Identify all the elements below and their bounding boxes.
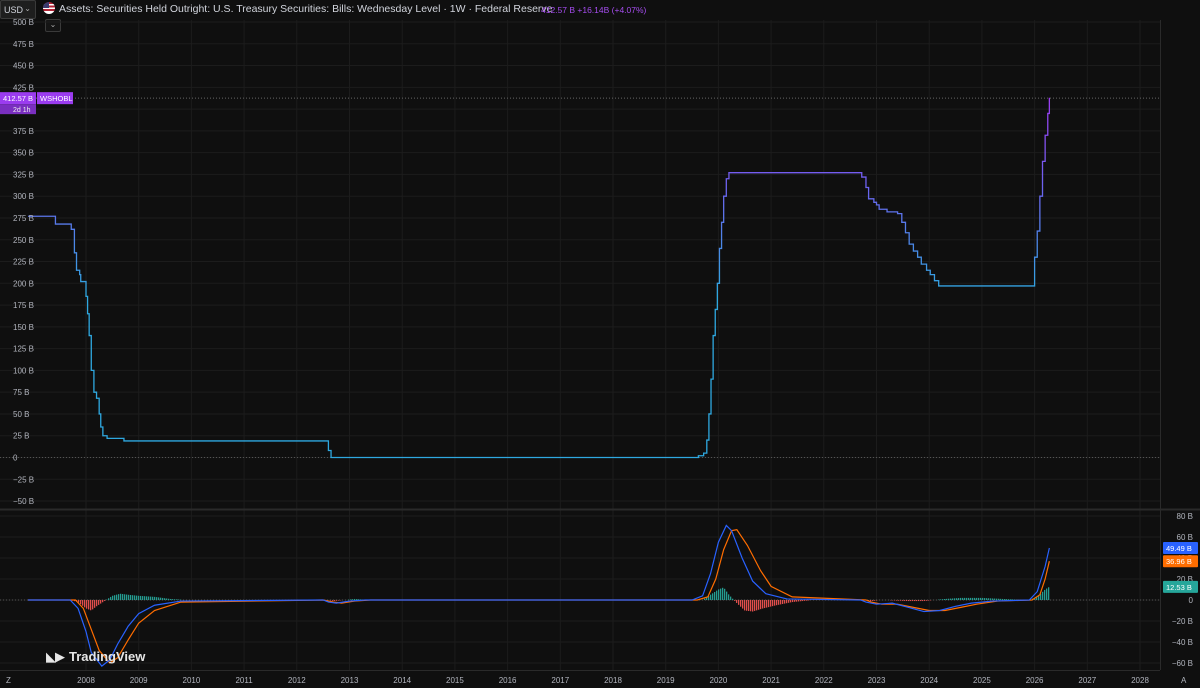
y-tick-label: −25 B — [13, 475, 34, 484]
countdown-text: 2d 1h — [13, 107, 31, 114]
chart-grid — [0, 20, 1160, 670]
x-tick-label: 2016 — [499, 676, 517, 685]
x-tick-label: 2010 — [183, 676, 201, 685]
y-tick-label: 500 B — [13, 18, 34, 27]
signal-line — [28, 528, 1050, 664]
y-tick-label: 275 B — [13, 214, 34, 223]
y-tick-label: 250 B — [13, 236, 34, 245]
y-tick-label: 425 B — [13, 83, 34, 92]
x-tick-label: 2021 — [762, 676, 780, 685]
y-tick-label: 375 B — [13, 127, 34, 136]
x-tick-label: 2009 — [130, 676, 148, 685]
y-tick-label: 50 B — [13, 410, 29, 419]
y-tick-label: 0 — [13, 454, 18, 463]
tradingview-logo[interactable]: ◣▶ TradingView — [46, 649, 145, 665]
symbol-text: WSHOBL — [40, 94, 73, 103]
y-tick-label: 100 B — [13, 366, 34, 375]
macd-last-text: 12.53 B — [1166, 583, 1192, 592]
x-tick-label: 2025 — [973, 676, 991, 685]
macd-y-tick-label: 80 B — [1177, 512, 1193, 521]
macd-y-tick-label: −60 B — [1172, 659, 1193, 668]
y-tick-label: 75 B — [13, 388, 29, 397]
x-tick-label: 2018 — [604, 676, 622, 685]
macd-last-text: 36.96 B — [1166, 557, 1192, 566]
x-tick-label: 2015 — [446, 676, 464, 685]
chart-canvas[interactable]: 500 B475 B450 B425 B400 B375 B350 B325 B… — [0, 0, 1200, 688]
y-tick-label: 475 B — [13, 40, 34, 49]
macd-line — [28, 524, 1050, 667]
y-tick-label: 200 B — [13, 279, 34, 288]
tradingview-mark-icon: ◣▶ — [46, 649, 65, 664]
x-tick-label: 2014 — [393, 676, 411, 685]
tradingview-wordmark: TradingView — [69, 649, 146, 664]
x-tick-label: 2026 — [1026, 676, 1044, 685]
x-tick-label: 2023 — [868, 676, 886, 685]
x-tick-label: 2027 — [1078, 676, 1096, 685]
y-tick-label: 225 B — [13, 258, 34, 267]
x-tick-label: 2020 — [710, 676, 728, 685]
price-axis-main[interactable]: 500 B475 B450 B425 B400 B375 B350 B325 B… — [13, 18, 34, 506]
wshobl-series[interactable] — [28, 97, 1051, 459]
auto-scale-corner-label[interactable]: A — [1181, 676, 1187, 685]
wshobl-line — [28, 97, 1051, 459]
time-zone-corner-label[interactable]: Z — [6, 676, 11, 685]
macd-y-tick-label: −40 B — [1172, 638, 1193, 647]
macd-y-tick-label: 0 — [1189, 596, 1194, 605]
y-tick-label: 450 B — [13, 62, 34, 71]
last-value-labels: 412.57 B 2d 1h WSHOBL 49.49 B 36.96 B 12.53 B — [0, 92, 1198, 593]
y-tick-label: 125 B — [13, 345, 34, 354]
macd-y-tick-label: 60 B — [1177, 533, 1193, 542]
macd-last-text: 49.49 B — [1166, 544, 1192, 553]
x-tick-label: 2011 — [235, 676, 253, 685]
y-tick-label: 175 B — [13, 301, 34, 310]
last-value-text: 412.57 B — [3, 94, 33, 103]
y-tick-label: −50 B — [13, 497, 34, 506]
x-tick-label: 2019 — [657, 676, 675, 685]
x-tick-label: 2013 — [341, 676, 359, 685]
y-tick-label: 300 B — [13, 192, 34, 201]
y-tick-label: 325 B — [13, 170, 34, 179]
x-tick-label: 2024 — [920, 676, 938, 685]
macd-pane[interactable] — [28, 524, 1050, 667]
macd-y-tick-label: −20 B — [1172, 617, 1193, 626]
y-tick-label: 350 B — [13, 149, 34, 158]
time-axis[interactable]: 2008 2009 2010 2011 2012 2013 2014 2015 2016 2017… — [77, 676, 1149, 685]
y-tick-label: 150 B — [13, 323, 34, 332]
x-tick-label: 2017 — [551, 676, 569, 685]
x-tick-label: 2028 — [1131, 676, 1149, 685]
x-tick-label: 2022 — [815, 676, 833, 685]
y-tick-label: 25 B — [13, 432, 29, 441]
x-tick-label: 2012 — [288, 676, 306, 685]
x-tick-label: 2008 — [77, 676, 95, 685]
